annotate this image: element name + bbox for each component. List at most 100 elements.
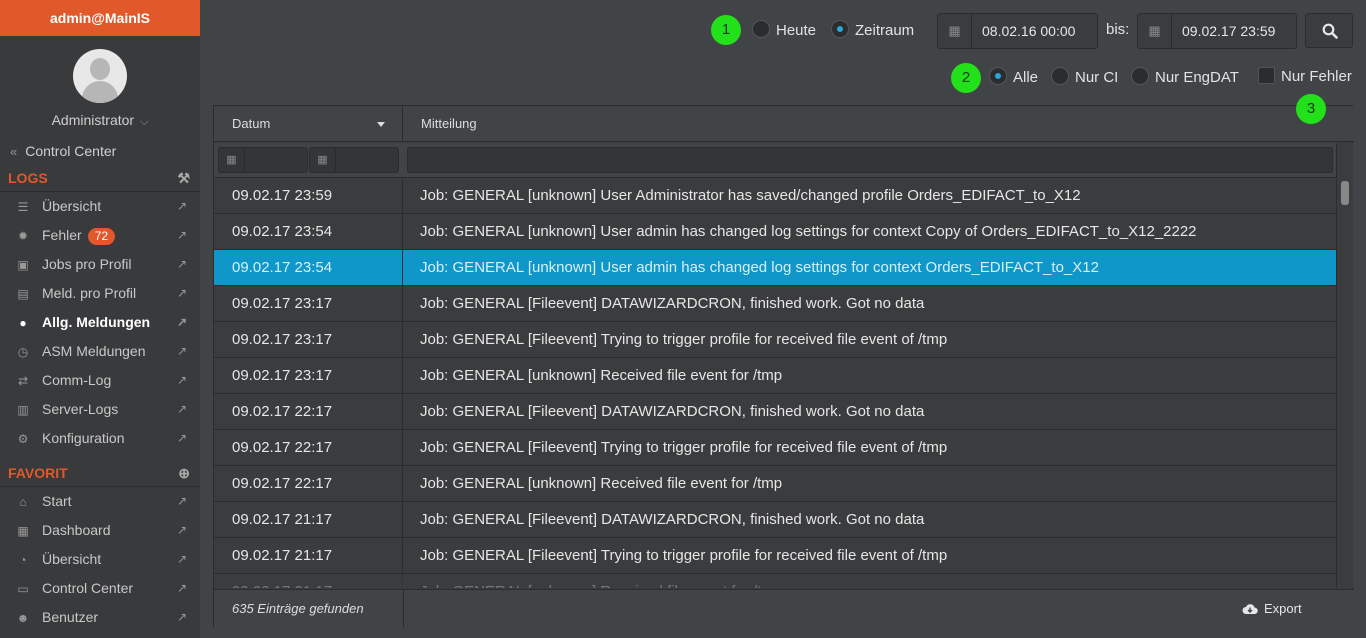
sidebar-item-control-center[interactable]: ▭ Control Center ↗ <box>0 574 200 603</box>
sidebar-item-konfiguration[interactable]: ⚙ Konfiguration ↗ <box>0 424 200 453</box>
calendar-icon[interactable]: ▦ <box>938 14 972 48</box>
external-link-icon[interactable]: ↗ <box>177 395 187 424</box>
sidebar: admin@MainIS Administrator ⌵ «Control Cen… <box>0 0 200 638</box>
sidebar-item-label: Server-Logs <box>42 401 119 417</box>
table-row[interactable]: 09.02.17 22:17 Job: GENERAL [unknown] Rec… <box>214 466 1336 502</box>
document-icon: ☰ <box>17 200 29 214</box>
sidebar-item-label: Start <box>42 493 72 509</box>
sidebar-item-meld-pro-profil[interactable]: ▤ Meld. pro Profil ↗ <box>0 279 200 308</box>
radio-dot-selected <box>989 67 1007 86</box>
cell-mitteilung: Job: GENERAL [Fileevent] Trying to trigg… <box>420 547 948 564</box>
logs-nav: ☰ Übersicht ↗ ✹ Fehler 72 ↗ ▣ Jobs pro Profil ↗ ▤ M… <box>0 192 200 453</box>
sidebar-item-server-logs[interactable]: ▥ Server-Logs ↗ <box>0 395 200 424</box>
cell-datum: 09.02.17 22:17 <box>214 430 403 465</box>
piechart-icon: ◔ <box>19 553 27 567</box>
external-link-icon[interactable]: ↗ <box>177 366 187 395</box>
error-count-badge: 72 <box>87 227 116 245</box>
external-link-icon[interactable]: ↗ <box>177 279 187 308</box>
table-row[interactable]: 09.02.17 22:17 Job: GENERAL [Fileevent] T… <box>214 430 1336 466</box>
cell-mitteilung: Job: GENERAL [Fileevent] Trying to trigg… <box>420 331 948 348</box>
user-menu[interactable]: Administrator ⌵ <box>0 110 200 130</box>
external-link-icon[interactable]: ↗ <box>177 516 187 545</box>
sidebar-item-label: Control Center <box>42 580 134 596</box>
cell-mitteilung: Job: GENERAL [Fileevent] DATAWIZARDCRON,… <box>420 403 925 420</box>
from-date-field[interactable]: ▦ 08.02.16 00:00 <box>937 13 1098 49</box>
sidebar-item-fehler[interactable]: ✹ Fehler 72 ↗ <box>0 221 200 250</box>
radio-heute[interactable]: Heute <box>752 20 816 42</box>
radio-alle[interactable]: Alle <box>989 67 1038 89</box>
table-footer: 635 Einträge gefunden Export <box>214 589 1354 628</box>
favorit-nav: ⌂ Start ↗ ▦ Dashboard ↗ ◔ Übersicht ↗ ▭ Control Ce… <box>0 487 200 632</box>
bis-label: bis: <box>1106 21 1130 38</box>
to-date-field[interactable]: ▦ 09.02.17 23:59 <box>1137 13 1297 49</box>
table-row[interactable]: 09.02.17 23:17 Job: GENERAL [Fileevent] T… <box>214 322 1336 358</box>
table-row[interactable]: 09.02.17 23:59 Job: GENERAL [unknown] Use… <box>214 178 1336 214</box>
radio-nur-engdat[interactable]: Nur EngDAT <box>1131 67 1239 89</box>
sidebar-item-jobs-pro-profil[interactable]: ▣ Jobs pro Profil ↗ <box>0 250 200 279</box>
sidebar-item-allg-meldungen[interactable]: ● Allg. Meldungen ↗ <box>0 308 200 337</box>
cell-datum: 09.02.17 21:17 <box>214 502 403 537</box>
nur-fehler-checkbox[interactable]: Nur Fehler <box>1258 66 1352 88</box>
message-filter-input[interactable] <box>407 147 1333 173</box>
calendar-icon[interactable]: ▦ <box>310 148 336 172</box>
sidebar-item-start[interactable]: ⌂ Start ↗ <box>0 487 200 516</box>
external-link-icon[interactable]: ↗ <box>177 192 187 221</box>
scrollbar-thumb[interactable] <box>1341 181 1349 205</box>
table-row[interactable]: 09.02.17 23:54 Job: GENERAL [unknown] Use… <box>214 250 1336 286</box>
calendar-icon[interactable]: ▦ <box>1138 14 1172 48</box>
external-link-icon[interactable]: ↗ <box>177 487 187 516</box>
cell-mitteilung: Job: GENERAL [unknown] Received file eve… <box>420 475 783 492</box>
table-row[interactable]: 09.02.17 21:17Job: GENERAL [unknown] Rec… <box>214 574 1336 588</box>
control-center-link[interactable]: «Control Center <box>0 138 200 164</box>
date-filter-to[interactable]: ▦ <box>309 147 399 173</box>
table-header: Datum Mitteilung <box>214 106 1354 142</box>
table-body: 09.02.17 23:59 Job: GENERAL [unknown] Use… <box>214 178 1336 588</box>
external-link-icon[interactable]: ↗ <box>177 308 187 337</box>
search-button[interactable] <box>1305 13 1353 48</box>
avatar[interactable] <box>73 49 127 103</box>
bug-icon: ✹ <box>17 229 29 243</box>
table-row[interactable]: 09.02.17 22:17 Job: GENERAL [Fileevent] D… <box>214 394 1336 430</box>
column-header-mitteilung[interactable]: Mitteilung <box>403 106 1336 142</box>
table-row[interactable]: 09.02.17 23:17 Job: GENERAL [Fileevent] D… <box>214 286 1336 322</box>
calendar-icon[interactable]: ▦ <box>219 148 245 172</box>
external-link-icon[interactable]: ↗ <box>177 250 187 279</box>
table-row[interactable]: 09.02.17 21:17 Job: GENERAL [Fileevent] D… <box>214 502 1336 538</box>
vertical-scrollbar[interactable] <box>1336 143 1353 588</box>
sidebar-item-label: Meld. pro Profil <box>42 285 137 301</box>
sidebar-item-asm-meldungen[interactable]: ◷ ASM Meldungen ↗ <box>0 337 200 366</box>
sidebar-item-benutzer[interactable]: ☻ Benutzer ↗ <box>0 603 200 632</box>
external-link-icon[interactable]: ↗ <box>177 603 187 632</box>
user-name: Administrator <box>51 112 135 128</box>
sidebar-item-comm-log[interactable]: ⇄ Comm-Log ↗ <box>0 366 200 395</box>
radio-nur-ci[interactable]: Nur CI <box>1051 67 1118 89</box>
external-link-icon[interactable]: ↗ <box>177 221 187 250</box>
table-row[interactable]: 09.02.17 23:17 Job: GENERAL [unknown] Rec… <box>214 358 1336 394</box>
export-button[interactable]: Export <box>1242 599 1302 619</box>
column-header-datum[interactable]: Datum <box>214 106 403 142</box>
cell-datum: 09.02.17 23:54 <box>214 214 403 249</box>
wrench-icon[interactable]: ⚒ <box>177 164 190 192</box>
sidebar-item-dashboard[interactable]: ▦ Dashboard ↗ <box>0 516 200 545</box>
external-link-icon[interactable]: ↗ <box>177 424 187 453</box>
radio-zeitraum[interactable]: Zeitraum <box>831 20 914 42</box>
cell-mitteilung: Job: GENERAL [unknown] Received file eve… <box>420 367 783 384</box>
sort-desc-icon[interactable] <box>377 122 385 127</box>
add-circle-icon[interactable]: ⊕ <box>178 459 190 487</box>
radio-dot <box>752 20 770 39</box>
sidebar-item--bersicht[interactable]: ◔ Übersicht ↗ <box>0 545 200 574</box>
users-icon: ☻ <box>16 611 30 625</box>
search-icon <box>1322 23 1338 39</box>
cell-mitteilung: Job: GENERAL [Fileevent] DATAWIZARDCRON,… <box>420 295 925 312</box>
external-link-icon[interactable]: ↗ <box>177 545 187 574</box>
external-link-icon[interactable]: ↗ <box>177 337 187 366</box>
table-row[interactable]: 09.02.17 21:17 Job: GENERAL [Fileevent] T… <box>214 538 1336 574</box>
date-filter-from[interactable]: ▦ <box>218 147 308 173</box>
sidebar-item--bersicht[interactable]: ☰ Übersicht ↗ <box>0 192 200 221</box>
table-row[interactable]: 09.02.17 23:54 Job: GENERAL [unknown] Use… <box>214 214 1336 250</box>
chevron-down-icon: ⌵ <box>140 116 149 128</box>
cell-datum: 09.02.17 23:17 <box>214 358 403 393</box>
cell-datum: 09.02.17 23:54 <box>214 250 403 285</box>
cell-datum: 09.02.17 23:17 <box>214 286 403 321</box>
external-link-icon[interactable]: ↗ <box>177 574 187 603</box>
